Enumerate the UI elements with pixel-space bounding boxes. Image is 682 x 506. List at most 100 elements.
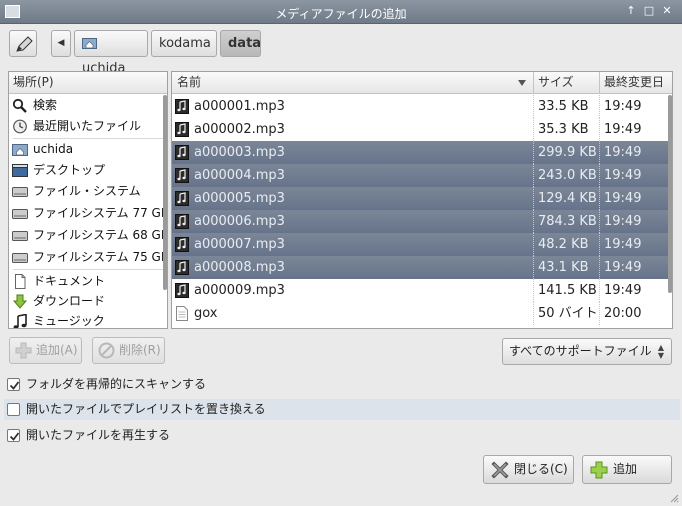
file-row[interactable]: a000007.mp3 48.2 KB 19:49 — [172, 233, 672, 256]
column-divider — [599, 279, 600, 302]
file-modified: 19:49 — [604, 237, 642, 252]
home-folder-icon — [12, 144, 28, 156]
place-downloads[interactable]: ダウンロード — [9, 291, 167, 312]
file-modified: 19:49 — [604, 168, 642, 183]
place-recent[interactable]: 最近開いたファイル — [9, 116, 167, 137]
column-divider — [533, 118, 534, 141]
places-scrollbar[interactable] — [163, 95, 167, 290]
file-row[interactable]: a000002.mp3 35.3 KB 19:49 — [172, 118, 672, 141]
audio-file-icon — [175, 283, 189, 298]
file-row[interactable]: gox 50 バイト 20:00 — [172, 302, 672, 325]
recent-icon — [13, 119, 27, 134]
column-divider — [533, 279, 534, 302]
path-scroll-left-button[interactable]: ◀ — [51, 30, 71, 57]
no-entry-icon — [98, 342, 115, 359]
column-divider — [533, 302, 534, 325]
column-divider — [533, 210, 534, 233]
file-size: 299.9 KB — [538, 145, 597, 160]
maximize-icon[interactable]: □ — [642, 4, 656, 18]
file-modified: 19:49 — [604, 260, 642, 275]
place-filesystem[interactable]: ファイル・システム — [9, 181, 167, 202]
column-divider — [599, 141, 600, 164]
option-recursive-scan[interactable]: フォルダを再帰的にスキャンする — [0, 374, 682, 395]
audio-file-icon — [175, 191, 189, 206]
text-file-icon — [176, 306, 188, 321]
check-icon — [9, 381, 20, 390]
window-title: メディアファイルの追加 — [275, 7, 407, 21]
file-filter-select[interactable]: すべてのサポートファイル ▲ ▼ — [502, 338, 672, 365]
file-modified: 19:49 — [604, 191, 642, 206]
file-row[interactable]: a000005.mp3 129.4 KB 19:49 — [172, 187, 672, 210]
place-filesystem-68gb[interactable]: ファイルシステム 68 GB — [9, 225, 167, 246]
drive-icon — [12, 231, 28, 241]
close-x-icon — [491, 461, 509, 479]
drive-icon — [12, 209, 28, 219]
type-location-button[interactable] — [9, 30, 37, 57]
audio-file-icon — [175, 168, 189, 183]
option-play-opened[interactable]: 開いたファイルを再生する — [0, 425, 682, 446]
close-icon[interactable]: ✕ — [660, 4, 674, 18]
close-button[interactable]: 閉じる(C) — [483, 455, 574, 484]
place-filesystem-77gb[interactable]: ファイルシステム 77 GB — [9, 203, 167, 224]
column-divider — [599, 118, 600, 141]
plus-icon — [590, 461, 608, 479]
file-name: a000006.mp3 — [194, 214, 285, 229]
column-divider — [533, 256, 534, 279]
file-list-scrollbar[interactable] — [668, 95, 672, 293]
path-segment-data[interactable]: data — [220, 30, 261, 57]
column-divider — [599, 302, 600, 325]
add-button[interactable]: 追加 — [582, 455, 672, 484]
file-modified: 19:49 — [604, 122, 642, 137]
column-divider — [599, 164, 600, 187]
place-documents[interactable]: ドキュメント — [9, 271, 167, 292]
column-divider — [533, 187, 534, 210]
file-size: 48.2 KB — [538, 237, 589, 252]
recursive-scan-checkbox[interactable] — [7, 378, 20, 391]
file-row[interactable]: a000004.mp3 243.0 KB 19:49 — [172, 164, 672, 187]
places-header[interactable]: 場所(P) — [9, 72, 167, 94]
column-divider — [599, 233, 600, 256]
places-separator — [13, 269, 163, 270]
check-icon — [9, 432, 20, 441]
path-segment-kodama[interactable]: kodama — [151, 30, 217, 57]
file-size: 129.4 KB — [538, 191, 597, 206]
place-desktop[interactable]: デスクトップ — [9, 160, 167, 181]
place-home[interactable]: uchida — [9, 139, 167, 160]
place-filesystem-75gb[interactable]: ファイルシステム 75 GB — [9, 247, 167, 268]
play-opened-checkbox[interactable] — [7, 429, 20, 442]
file-modified: 19:49 — [604, 99, 642, 114]
file-row[interactable]: a000003.mp3 299.9 KB 19:49 — [172, 141, 672, 164]
drive-icon — [12, 253, 28, 263]
file-row[interactable]: a000009.mp3 141.5 KB 19:49 — [172, 279, 672, 302]
option-replace-playlist[interactable]: 開いたファイルでプレイリストを置き換える — [4, 399, 680, 420]
file-size: 141.5 KB — [538, 283, 597, 298]
column-name[interactable]: 名前 — [177, 72, 201, 93]
combo-arrows-icon: ▲ ▼ — [657, 343, 664, 360]
pin-icon[interactable]: ↑ — [624, 4, 638, 18]
file-name: a000003.mp3 — [194, 145, 285, 160]
drive-icon — [12, 187, 28, 197]
file-name: a000001.mp3 — [194, 99, 285, 114]
audio-file-icon — [175, 260, 189, 275]
file-name: a000009.mp3 — [194, 283, 285, 298]
audio-file-icon — [175, 214, 189, 229]
resize-grip-icon[interactable] — [669, 493, 679, 503]
column-divider — [533, 164, 534, 187]
file-size: 33.5 KB — [538, 99, 589, 114]
path-segment-uchida[interactable]: uchida — [74, 30, 148, 76]
file-row[interactable]: a000001.mp3 33.5 KB 19:49 — [172, 95, 672, 118]
place-search[interactable]: 検索 — [9, 95, 167, 116]
audio-file-icon — [175, 237, 189, 252]
column-modified[interactable]: 最終変更日 — [604, 72, 664, 93]
add-place-button[interactable]: 追加(A) — [9, 337, 82, 364]
file-row[interactable]: a000008.mp3 43.1 KB 19:49 — [172, 256, 672, 279]
remove-place-button[interactable]: 削除(R) — [92, 337, 165, 364]
column-size[interactable]: サイズ — [538, 72, 574, 93]
replace-playlist-checkbox[interactable] — [7, 403, 20, 416]
file-row[interactable]: a000006.mp3 784.3 KB 19:49 — [172, 210, 672, 233]
file-modified: 19:49 — [604, 214, 642, 229]
file-size: 243.0 KB — [538, 168, 597, 183]
audio-file-icon — [175, 99, 189, 114]
place-music[interactable]: ミュージック — [9, 311, 167, 328]
file-modified: 20:00 — [604, 306, 642, 321]
